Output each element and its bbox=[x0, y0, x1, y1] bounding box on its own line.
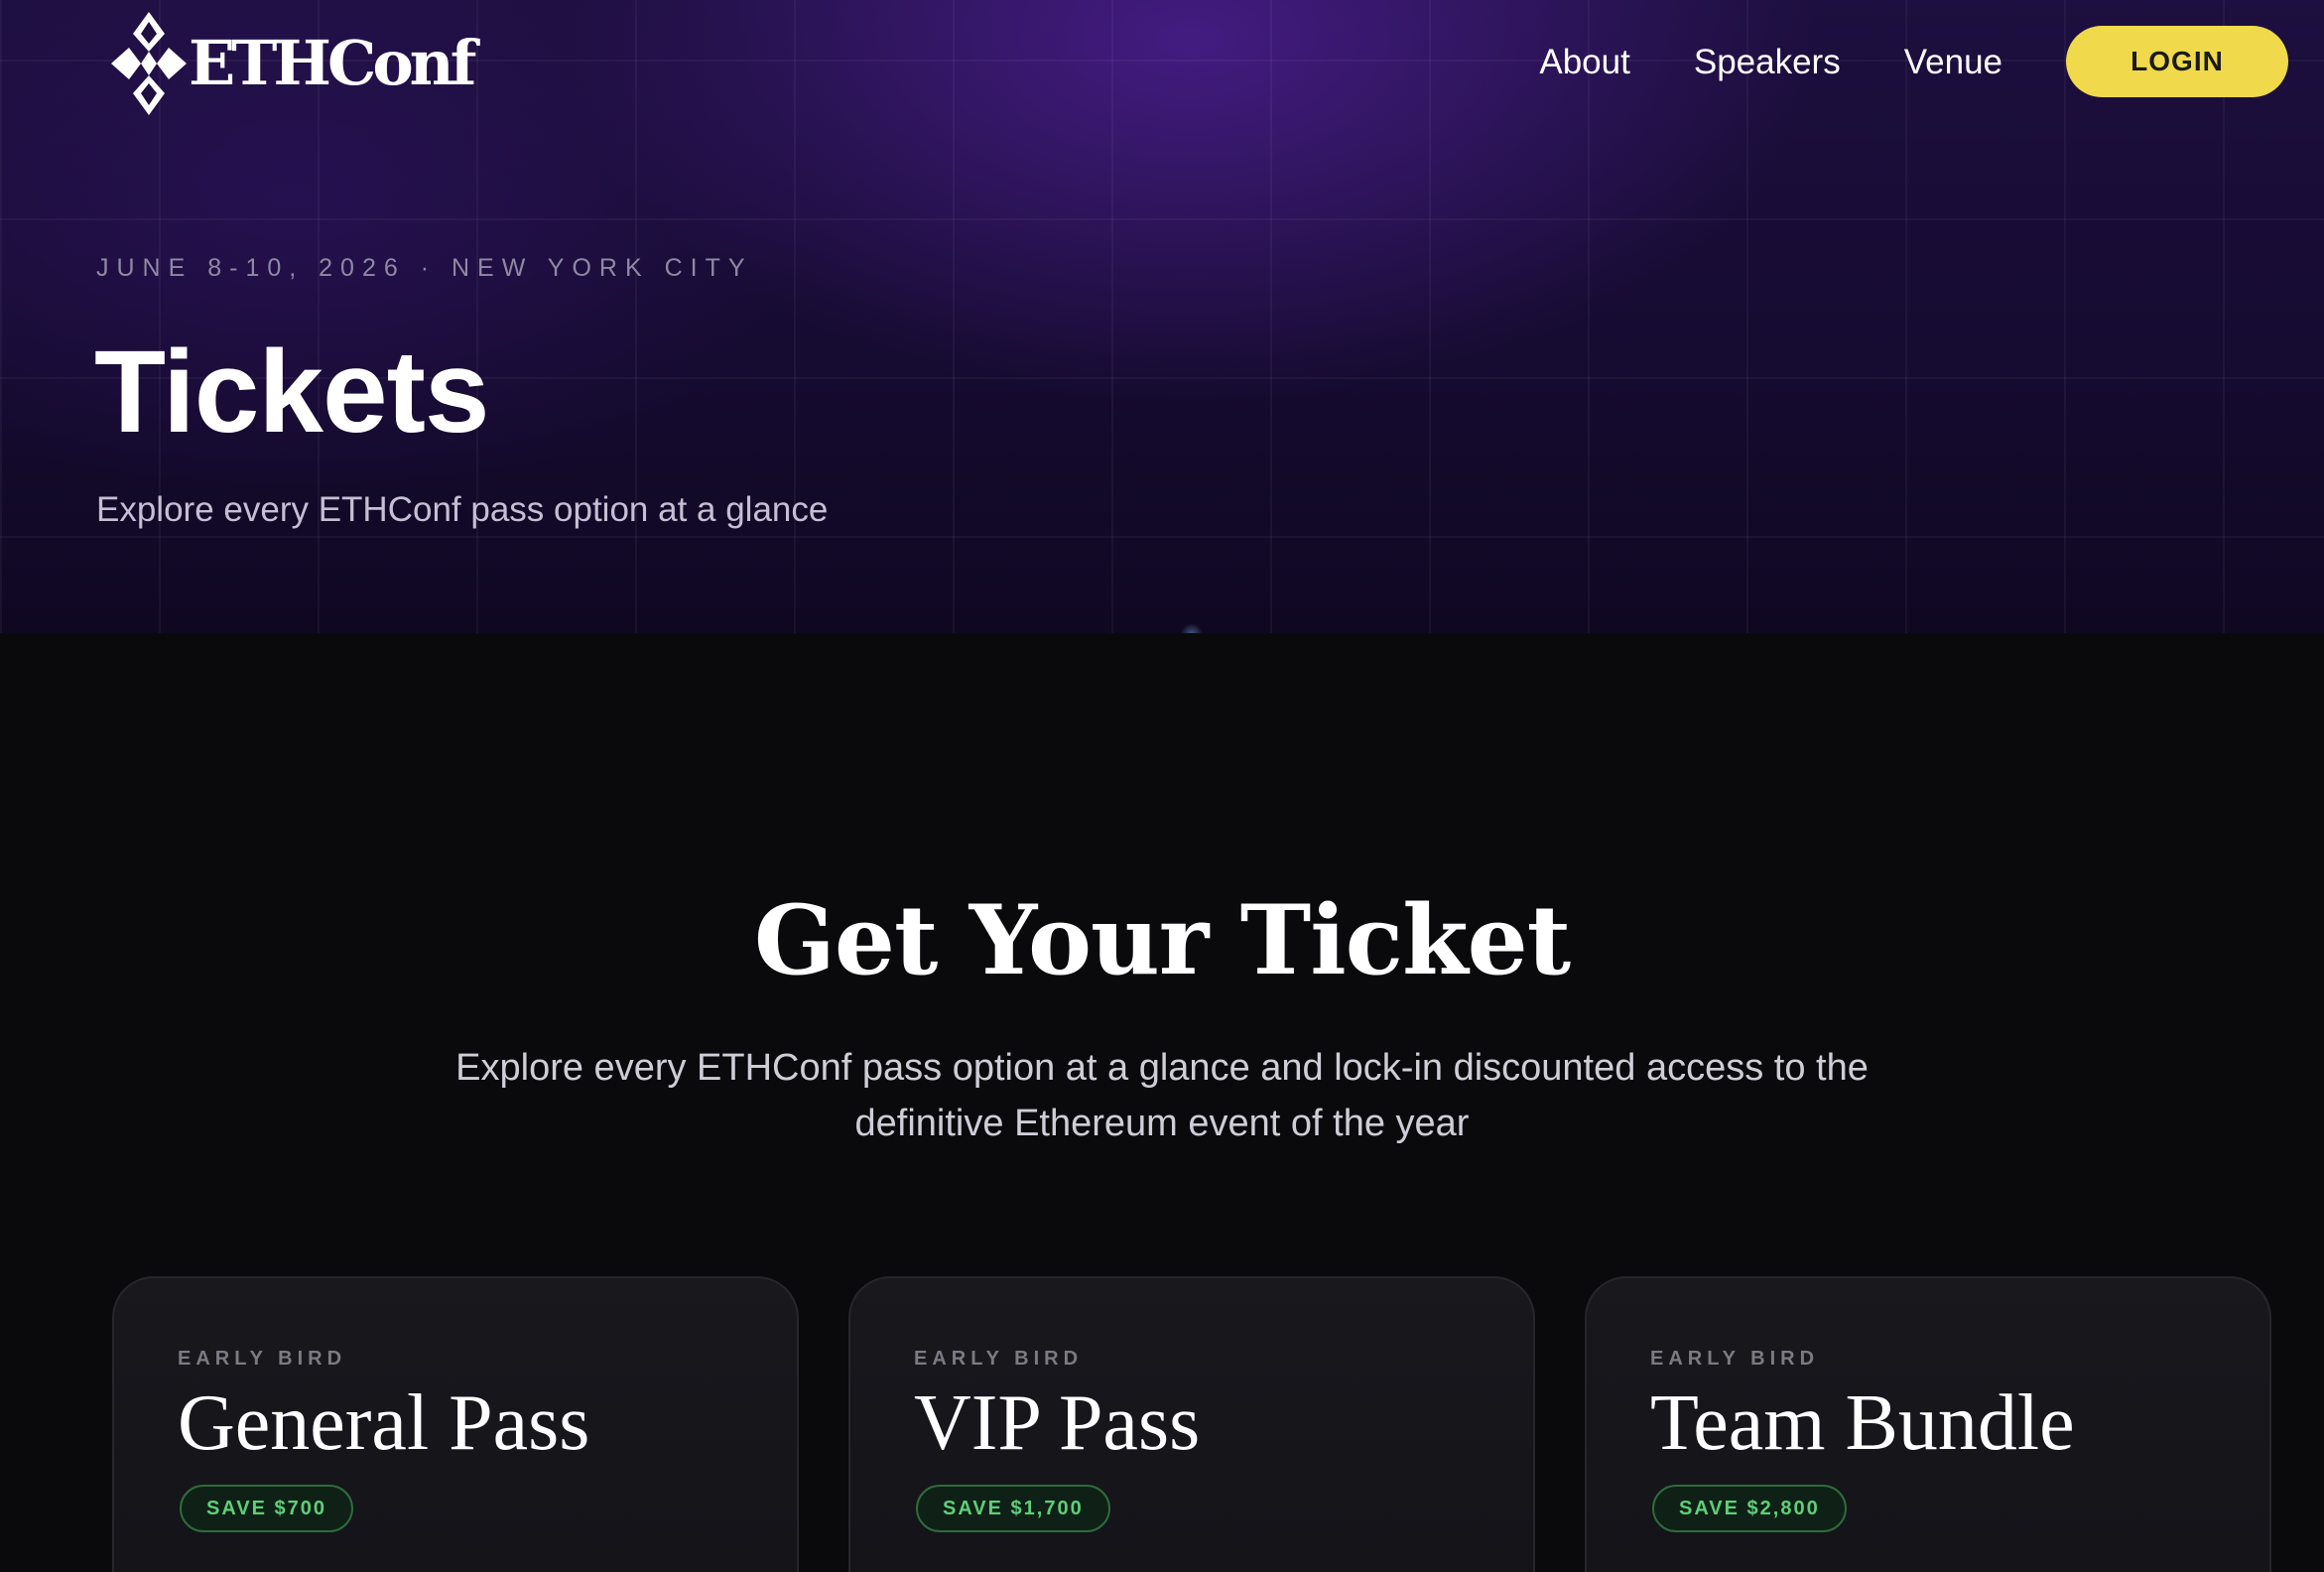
login-button[interactable]: LOGIN bbox=[2066, 26, 2288, 97]
event-date-location: JUNE 8-10, 2026 · NEW YORK CITY bbox=[96, 254, 753, 282]
nav-link-speakers[interactable]: Speakers bbox=[1694, 45, 1841, 79]
ticket-cards: EARLY BIRD General Pass SAVE $700 EARLY … bbox=[112, 1276, 2271, 1572]
site-logo[interactable]: ETHConf bbox=[111, 12, 476, 115]
ticket-card-vip-pass[interactable]: EARLY BIRD VIP Pass SAVE $1,700 bbox=[848, 1276, 1535, 1572]
ticket-card-team-bundle[interactable]: EARLY BIRD Team Bundle SAVE $2,800 bbox=[1585, 1276, 2271, 1572]
page-title: Tickets bbox=[94, 327, 490, 458]
tickets-section-subtitle: Explore every ETHConf pass option at a g… bbox=[455, 1047, 1869, 1144]
savings-badge: SAVE $2,800 bbox=[1652, 1485, 1847, 1532]
savings-badge: SAVE $1,700 bbox=[916, 1485, 1110, 1532]
ethconf-logo-icon bbox=[111, 12, 187, 115]
card-eyebrow: EARLY BIRD bbox=[178, 1348, 347, 1370]
card-eyebrow: EARLY BIRD bbox=[1650, 1348, 1820, 1370]
tickets-section-title: Get Your Ticket bbox=[753, 884, 1571, 996]
nav-links: About Speakers Venue LOGIN bbox=[1539, 24, 2288, 99]
nav-link-about[interactable]: About bbox=[1539, 45, 1629, 79]
card-title: Team Bundle bbox=[1650, 1379, 2075, 1467]
logo-wordmark: ETHConf bbox=[189, 27, 476, 99]
nav-link-venue[interactable]: Venue bbox=[1904, 45, 2002, 79]
ticket-card-general-pass[interactable]: EARLY BIRD General Pass SAVE $700 bbox=[112, 1276, 799, 1572]
card-title: VIP Pass bbox=[914, 1379, 1201, 1467]
hero-section: ETHConf About Speakers Venue LOGIN JUNE … bbox=[0, 0, 2324, 633]
card-eyebrow: EARLY BIRD bbox=[914, 1348, 1084, 1370]
card-title: General Pass bbox=[178, 1379, 590, 1467]
savings-badge: SAVE $700 bbox=[180, 1485, 354, 1532]
page-subtitle: Explore every ETHConf pass option at a g… bbox=[96, 490, 829, 529]
top-nav: ETHConf About Speakers Venue LOGIN bbox=[0, 0, 2324, 123]
